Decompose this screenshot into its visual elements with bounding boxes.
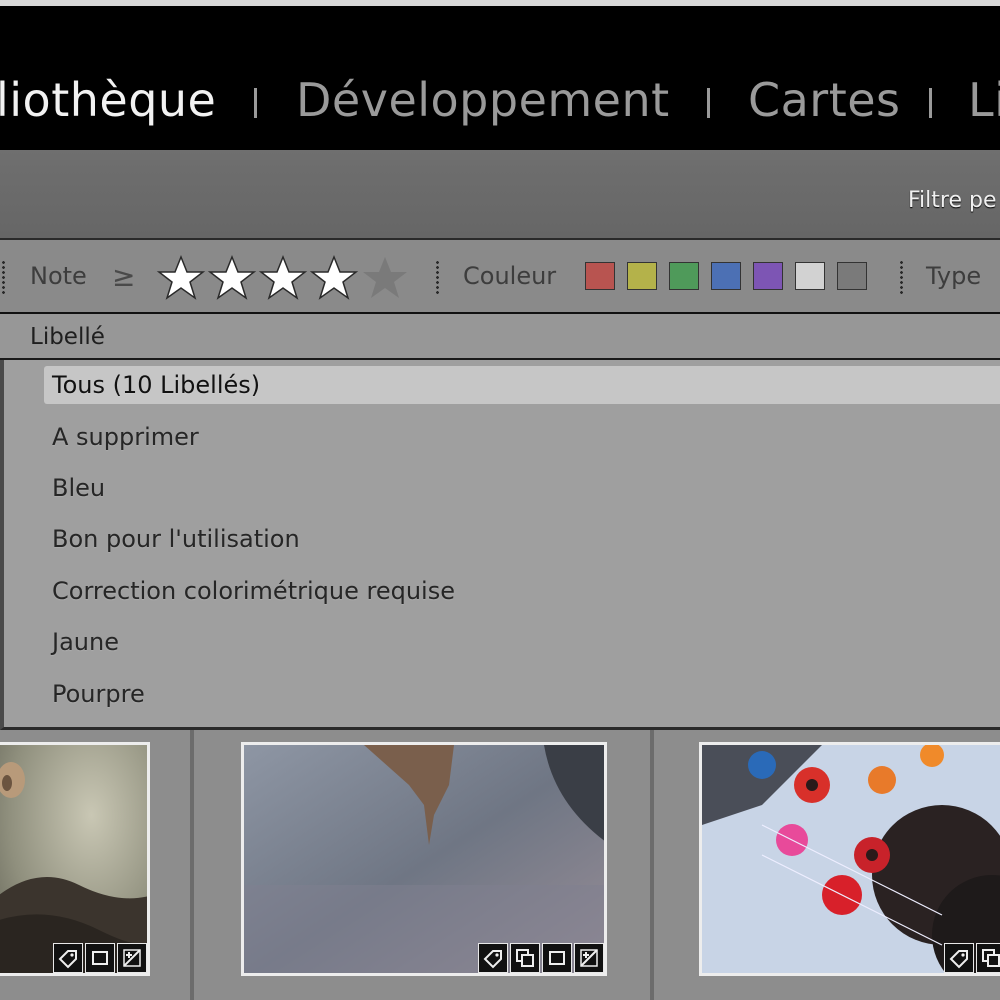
type-label: Type (926, 262, 982, 290)
photo-reflection (244, 745, 604, 973)
filter-bar-title[interactable]: Filtre pe (908, 188, 997, 213)
divider (900, 260, 903, 294)
thumbnail-butterfly[interactable] (0, 742, 150, 976)
star-empty-icon[interactable] (360, 254, 410, 302)
label-item[interactable]: Correction colorimétrique requise (44, 572, 1000, 610)
thumbnail-flowers[interactable] (699, 742, 1000, 976)
module-separator (707, 88, 710, 118)
star-filled-icon[interactable] (156, 254, 206, 302)
thumbnail-reflection[interactable] (241, 742, 607, 976)
divider (436, 260, 439, 294)
thumbnail-badges (944, 943, 1000, 973)
label-item-all[interactable]: Tous (10 Libellés) (44, 366, 1000, 404)
label-item[interactable]: Bon pour l'utilisation (44, 520, 1000, 558)
develop-adjust-icon[interactable] (574, 943, 604, 973)
color-swatch[interactable] (585, 262, 615, 290)
keyword-tag-icon[interactable] (944, 943, 974, 973)
color-label: Couleur (463, 262, 557, 290)
crop-icon[interactable] (85, 943, 115, 973)
virtual-copy-icon[interactable] (976, 943, 1000, 973)
thumbnail-grid (0, 730, 1000, 1000)
module-maps-tab[interactable]: Cartes (748, 72, 901, 128)
thumbnail-badges (478, 943, 604, 973)
label-item[interactable]: Pourpre (44, 675, 1000, 713)
label-item[interactable]: Bleu (44, 469, 1000, 507)
divider (2, 260, 5, 294)
color-swatch[interactable] (795, 262, 825, 290)
photo-flowers (702, 745, 1000, 973)
label-item[interactable]: Jaune (44, 623, 1000, 661)
star-filled-icon[interactable] (258, 254, 308, 302)
color-swatch[interactable] (753, 262, 783, 290)
rating-operator[interactable]: ≥ (112, 260, 135, 293)
grid-cell[interactable] (0, 730, 192, 1000)
thumbnail-badges (53, 943, 147, 973)
grid-cell[interactable] (652, 730, 1000, 1000)
virtual-copy-icon[interactable] (510, 943, 540, 973)
rating-label: Note (30, 262, 87, 290)
library-filter-header: Filtre pe (0, 148, 1000, 240)
module-next-tab[interactable]: Li (968, 72, 1000, 128)
attribute-filter-bar: Note ≥ Couleur Type (0, 240, 1000, 314)
color-swatch[interactable] (627, 262, 657, 290)
label-item[interactable]: A supprimer (44, 418, 1000, 456)
label-list: Tous (10 Libellés) A supprimer Bleu Bon … (0, 360, 1000, 730)
module-picker: liothèque Développement Cartes Li (0, 6, 1000, 148)
color-swatch[interactable] (669, 262, 699, 290)
label-column-title: Libellé (30, 324, 105, 350)
star-filled-icon[interactable] (309, 254, 359, 302)
keyword-tag-icon[interactable] (478, 943, 508, 973)
develop-adjust-icon[interactable] (117, 943, 147, 973)
keyword-tag-icon[interactable] (53, 943, 83, 973)
color-swatch[interactable] (711, 262, 741, 290)
crop-icon[interactable] (542, 943, 572, 973)
module-library-tab[interactable]: liothèque (0, 72, 216, 128)
module-develop-tab[interactable]: Développement (296, 72, 670, 128)
photo-butterfly (0, 745, 147, 973)
module-separator (929, 88, 932, 118)
grid-cell[interactable] (192, 730, 652, 1000)
label-column-header: Libellé (0, 314, 1000, 360)
star-filled-icon[interactable] (207, 254, 257, 302)
module-separator (254, 88, 257, 118)
color-swatch[interactable] (837, 262, 867, 290)
